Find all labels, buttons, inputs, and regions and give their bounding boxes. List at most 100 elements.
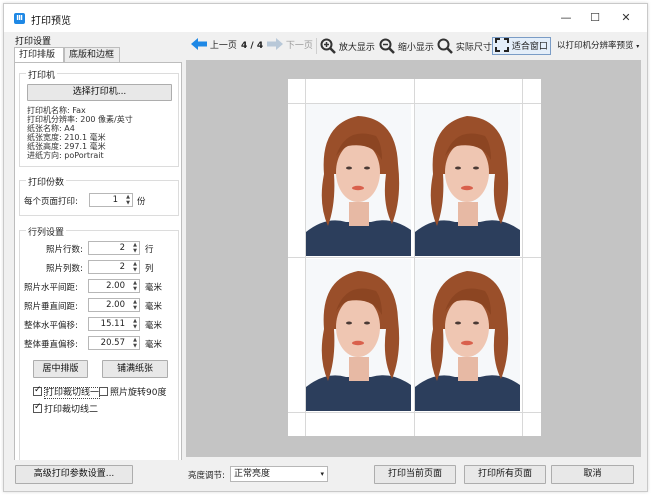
advanced-settings-button[interactable]: 高级打印参数设置...	[15, 465, 133, 484]
portrait-image	[415, 259, 520, 411]
print-current-page-button[interactable]: 打印当前页面	[374, 465, 456, 484]
h-spacing-spinner[interactable]: 2.00 ▲ ▼	[88, 279, 140, 293]
arrow-right-icon	[267, 38, 283, 50]
printer-group-title: 打印机	[26, 68, 58, 81]
paper-height-info: 纸张高度: 297.1 毫米	[27, 142, 106, 151]
zoom-out-button[interactable]: 缩小显示	[379, 38, 434, 54]
h-spacing-label: 照片水平间距:	[24, 283, 78, 293]
copies-unit: 份	[137, 197, 146, 207]
zoom-in-icon	[320, 38, 336, 54]
minimize-button[interactable]: —	[551, 8, 581, 28]
columns-unit: 列	[145, 264, 154, 274]
photo-2	[415, 104, 520, 256]
checkbox-unchecked-icon[interactable]	[99, 387, 108, 396]
printer-resolution-dropdown[interactable]: 以打印机分辨率预览 ▾	[557, 38, 639, 54]
printer-resolution-label: 以打印机分辨率预览	[557, 41, 634, 51]
spinner-arrows-icon[interactable]: ▲ ▼	[133, 318, 137, 330]
cutline-two-label: 打印裁切线二	[44, 405, 99, 415]
spinner-arrows-icon[interactable]: ▲ ▼	[133, 261, 137, 273]
columns-spinner[interactable]: 2 ▲ ▼	[88, 260, 140, 274]
printer-group: 打印机 选择打印机... 打印机名称: Fax 打印机分辨率: 200 像素/英…	[19, 68, 179, 167]
h-offset-unit: 毫米	[145, 321, 163, 331]
fit-window-icon	[495, 38, 509, 52]
v-spacing-value: 2.00	[106, 300, 125, 310]
brightness-select[interactable]: 正常亮度 ▾	[230, 466, 328, 482]
v-offset-unit: 毫米	[145, 340, 163, 350]
print-all-pages-button[interactable]: 打印所有页面	[464, 465, 546, 484]
h-offset-value: 15.11	[100, 319, 125, 329]
checkbox-checked-icon[interactable]	[33, 385, 42, 396]
copies-spinner[interactable]: 1 ▲ ▼	[89, 193, 133, 207]
settings-panel: 打印设置 打印排版 底版和边框 打印机 选择打印机... 打印机名称: Fax …	[12, 34, 184, 482]
spinner-arrows-icon[interactable]: ▲ ▼	[126, 194, 130, 206]
center-layout-button[interactable]: 居中排版	[33, 360, 88, 378]
h-spacing-value: 2.00	[106, 281, 125, 291]
maximize-button[interactable]: ☐	[580, 8, 610, 28]
photo-4	[415, 259, 520, 411]
bottom-bar: 高级打印参数设置... 亮度调节: 正常亮度 ▾ 打印当前页面 打印所有页面 取…	[4, 460, 647, 491]
columns-value: 2	[119, 262, 125, 272]
zoom-out-label: 缩小显示	[397, 43, 434, 53]
next-page-label: 下一页	[285, 41, 313, 51]
close-button[interactable]: ✕	[611, 8, 641, 28]
spinner-arrows-icon[interactable]: ▲ ▼	[133, 337, 137, 349]
spinner-arrows-icon[interactable]: ▲ ▼	[133, 280, 137, 292]
photo-3	[306, 259, 411, 411]
paper-page	[288, 79, 541, 436]
print-preview-window: Ⅲ 打印预览 — ☐ ✕ 打印设置 打印排版 底版和边框 打印机 选择打印机..…	[3, 3, 648, 492]
rows-value: 2	[119, 243, 125, 253]
v-spacing-spinner[interactable]: 2.00 ▲ ▼	[88, 298, 140, 312]
v-offset-spinner[interactable]: 20.57 ▲ ▼	[88, 336, 140, 350]
portrait-image	[306, 259, 411, 411]
fit-window-button[interactable]: 适合窗口	[492, 37, 551, 55]
arrow-left-icon	[191, 38, 207, 50]
actual-size-label: 实际尺寸	[455, 43, 492, 53]
layout-group: 行列设置 照片行数: 2 ▲ ▼ 行 照片列数: 2 ▲ ▼ 列 照片水平间距: 2…	[19, 225, 179, 478]
tab-content: 打印机 选择打印机... 打印机名称: Fax 打印机分辨率: 200 像素/英…	[14, 62, 182, 482]
chevron-down-icon: ▾	[320, 470, 324, 478]
chevron-down-icon: ▾	[636, 43, 640, 50]
h-offset-spinner[interactable]: 15.11 ▲ ▼	[88, 317, 140, 331]
toolbar-divider	[316, 38, 317, 54]
select-printer-button[interactable]: 选择打印机...	[27, 84, 172, 101]
tab-print-layout[interactable]: 打印排版	[14, 47, 64, 63]
cancel-button[interactable]: 取消	[551, 465, 634, 484]
paper-name-info: 纸张名称: A4	[27, 124, 75, 133]
rows-spinner[interactable]: 2 ▲ ▼	[88, 241, 140, 255]
preview-toolbar: 上一页 4 / 4 下一页 放大显示 缩小显示 实际尺寸 适合窗口 以打印机分辨…	[186, 34, 647, 58]
preview-area	[186, 60, 641, 457]
cut-line	[522, 79, 523, 436]
page-indicator: 4 / 4	[241, 41, 264, 51]
copies-value: 1	[112, 195, 118, 205]
checkbox-checked-icon[interactable]	[33, 402, 42, 413]
layout-group-title: 行列设置	[26, 225, 67, 238]
rows-label: 照片行数:	[46, 245, 83, 255]
settings-caption: 打印设置	[15, 37, 52, 47]
fill-paper-button[interactable]: 铺满纸张	[102, 360, 168, 378]
rows-unit: 行	[145, 245, 154, 255]
prev-page-button[interactable]: 上一页	[191, 38, 237, 54]
spinner-arrows-icon[interactable]: ▲ ▼	[133, 242, 137, 254]
tab-background-border[interactable]: 底版和边框	[64, 47, 120, 63]
fit-window-label: 适合窗口	[511, 42, 548, 52]
h-spacing-unit: 毫米	[145, 283, 163, 293]
zoom-in-button[interactable]: 放大显示	[320, 38, 375, 54]
copies-group: 打印份数 每个页面打印: 1 ▲ ▼ 份	[19, 175, 179, 216]
next-page-button[interactable]: 下一页	[267, 38, 313, 54]
columns-label: 照片列数:	[46, 264, 83, 274]
actual-size-icon	[437, 38, 453, 54]
portrait-image	[415, 104, 520, 256]
cutline-one-label: 打印裁切线一	[44, 387, 101, 399]
v-spacing-label: 照片垂直间距:	[24, 302, 78, 312]
zoom-in-label: 放大显示	[338, 43, 375, 53]
photo-1	[306, 104, 411, 256]
rotate-photo-checkbox[interactable]: 照片旋转90度	[99, 385, 166, 398]
cutline-two-checkbox[interactable]: 打印裁切线二	[33, 402, 98, 415]
cutline-one-checkbox[interactable]: 打印裁切线一	[33, 385, 101, 399]
printer-resolution-info: 打印机分辨率: 200 像素/英寸	[27, 115, 133, 124]
portrait-image	[306, 104, 411, 256]
title-bar: Ⅲ 打印预览 — ☐ ✕	[4, 4, 647, 32]
spinner-arrows-icon[interactable]: ▲ ▼	[133, 299, 137, 311]
actual-size-button[interactable]: 实际尺寸	[437, 38, 492, 54]
v-offset-label: 整体垂直偏移:	[24, 340, 78, 350]
